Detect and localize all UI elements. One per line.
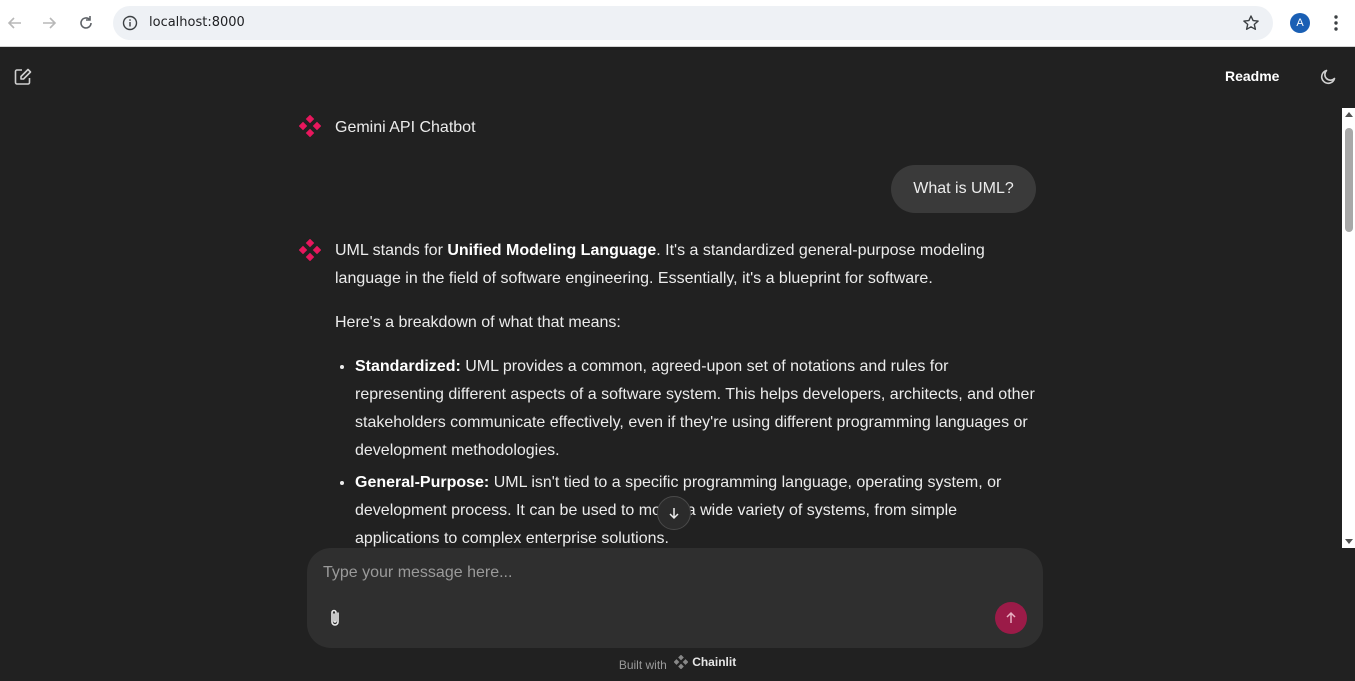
built-with-text: Built with — [618, 658, 667, 672]
scrollbar[interactable] — [1342, 108, 1355, 548]
paperclip-icon[interactable] — [324, 606, 346, 630]
bot-name: Gemini API Chatbot — [335, 119, 476, 136]
reload-icon[interactable] — [74, 11, 98, 35]
chainlit-link[interactable]: Chainlit — [674, 655, 736, 669]
url-text[interactable]: localhost:8000 — [149, 15, 245, 30]
user-message: What is UML? — [891, 165, 1036, 213]
scrollbar-thumb[interactable] — [1345, 128, 1353, 232]
list-item-term: Standardized: — [355, 358, 461, 375]
message-composer — [307, 548, 1043, 648]
browser-toolbar: localhost:8000 A — [0, 0, 1355, 47]
scroll-down-arrow[interactable] — [1345, 539, 1353, 544]
message-input[interactable] — [323, 562, 1023, 584]
site-info-icon[interactable] — [121, 14, 139, 32]
answer-paragraph: Here's a breakdown of what that means: — [335, 314, 621, 331]
gemini-logo-icon — [298, 238, 322, 262]
chainlit-brand-text: Chainlit — [692, 655, 737, 669]
chainlit-logo-icon — [674, 655, 689, 669]
arrow-up-icon — [1006, 611, 1016, 623]
send-button[interactable] — [995, 602, 1027, 634]
list-item: General-Purpose: UML isn't tied to a spe… — [355, 469, 1035, 547]
answer-paragraph: UML stands for Unified Modeling Language… — [335, 237, 1035, 293]
message-list: Gemini API Chatbot What is UML? UML stan… — [0, 47, 1342, 547]
list-item: Standardized: UML provides a common, agr… — [355, 353, 1035, 465]
arrow-down-icon — [669, 508, 679, 520]
forward-icon[interactable] — [37, 11, 61, 35]
profile-avatar[interactable]: A — [1290, 13, 1310, 33]
address-bar[interactable]: localhost:8000 — [113, 6, 1273, 40]
browser-menu-icon[interactable] — [1326, 12, 1346, 34]
list-item-term: General-Purpose: — [355, 474, 490, 491]
bookmark-star-icon[interactable] — [1241, 13, 1261, 33]
scroll-up-arrow[interactable] — [1345, 112, 1353, 117]
scroll-to-bottom-button[interactable] — [657, 496, 691, 530]
back-icon[interactable] — [3, 11, 27, 35]
answer-text: UML stands for — [335, 242, 448, 259]
answer-bold-term: Unified Modeling Language — [447, 242, 657, 259]
gemini-logo-icon — [298, 114, 322, 138]
footer: Built with Chainlit — [0, 655, 1355, 672]
